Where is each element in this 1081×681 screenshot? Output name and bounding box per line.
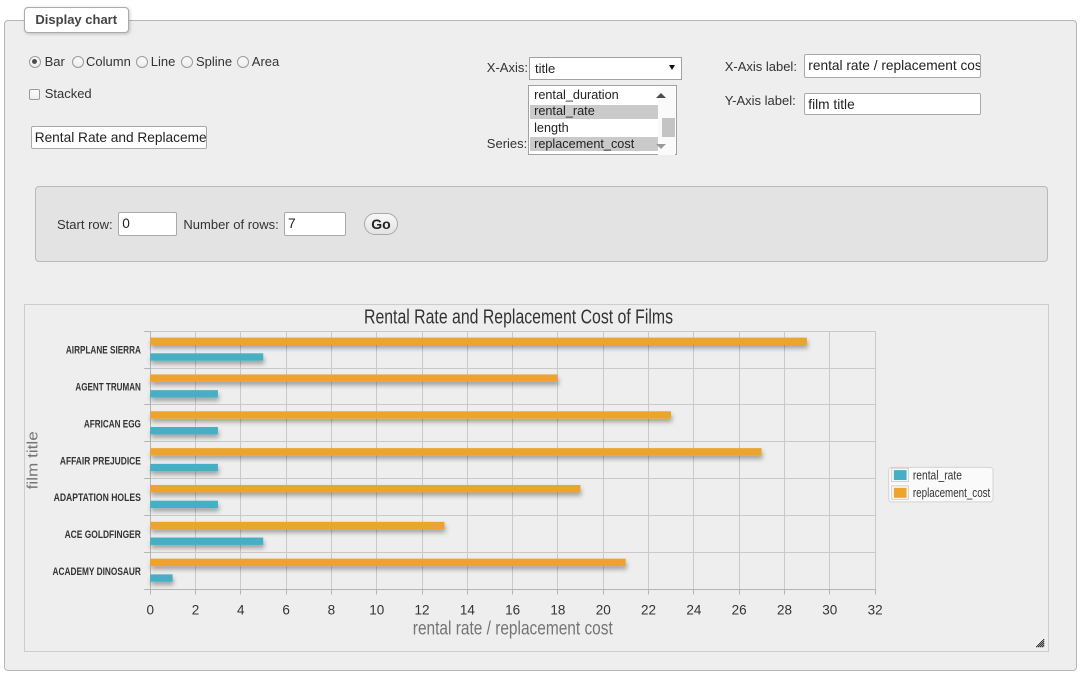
svg-text:18: 18: [550, 603, 565, 618]
svg-text:0: 0: [146, 603, 154, 618]
svg-text:AFFAIR PREJUDICE: AFFAIR PREJUDICE: [60, 455, 141, 467]
svg-text:32: 32: [868, 603, 883, 618]
svg-text:16: 16: [505, 603, 520, 618]
svg-text:AFRICAN EGG: AFRICAN EGG: [84, 418, 141, 430]
svg-text:22: 22: [641, 603, 656, 618]
svg-text:28: 28: [777, 603, 792, 618]
svg-text:20: 20: [596, 603, 611, 618]
svg-text:14: 14: [460, 603, 476, 618]
svg-text:Rental Rate and Replacement Co: Rental Rate and Replacement Cost of Film…: [364, 307, 673, 329]
svg-text:rental rate / replacement cost: rental rate / replacement cost: [413, 618, 614, 639]
svg-text:ADAPTATION HOLES: ADAPTATION HOLES: [54, 492, 141, 504]
svg-text:2: 2: [192, 603, 200, 618]
svg-text:12: 12: [415, 603, 430, 618]
svg-text:replacement_cost: replacement_cost: [913, 485, 991, 500]
svg-text:6: 6: [282, 603, 290, 618]
svg-text:26: 26: [732, 603, 747, 618]
svg-text:rental_rate: rental_rate: [913, 467, 962, 482]
svg-text:30: 30: [822, 603, 837, 618]
svg-text:10: 10: [369, 603, 384, 618]
svg-text:ACADEMY DINOSAUR: ACADEMY DINOSAUR: [53, 566, 141, 578]
svg-text:film title: film title: [25, 431, 42, 489]
svg-text:4: 4: [237, 603, 245, 618]
svg-text:24: 24: [686, 603, 702, 618]
svg-text:AGENT TRUMAN: AGENT TRUMAN: [75, 382, 141, 394]
svg-text:8: 8: [328, 603, 336, 618]
svg-text:ACE GOLDFINGER: ACE GOLDFINGER: [65, 529, 141, 541]
svg-text:AIRPLANE SIERRA: AIRPLANE SIERRA: [66, 345, 141, 357]
